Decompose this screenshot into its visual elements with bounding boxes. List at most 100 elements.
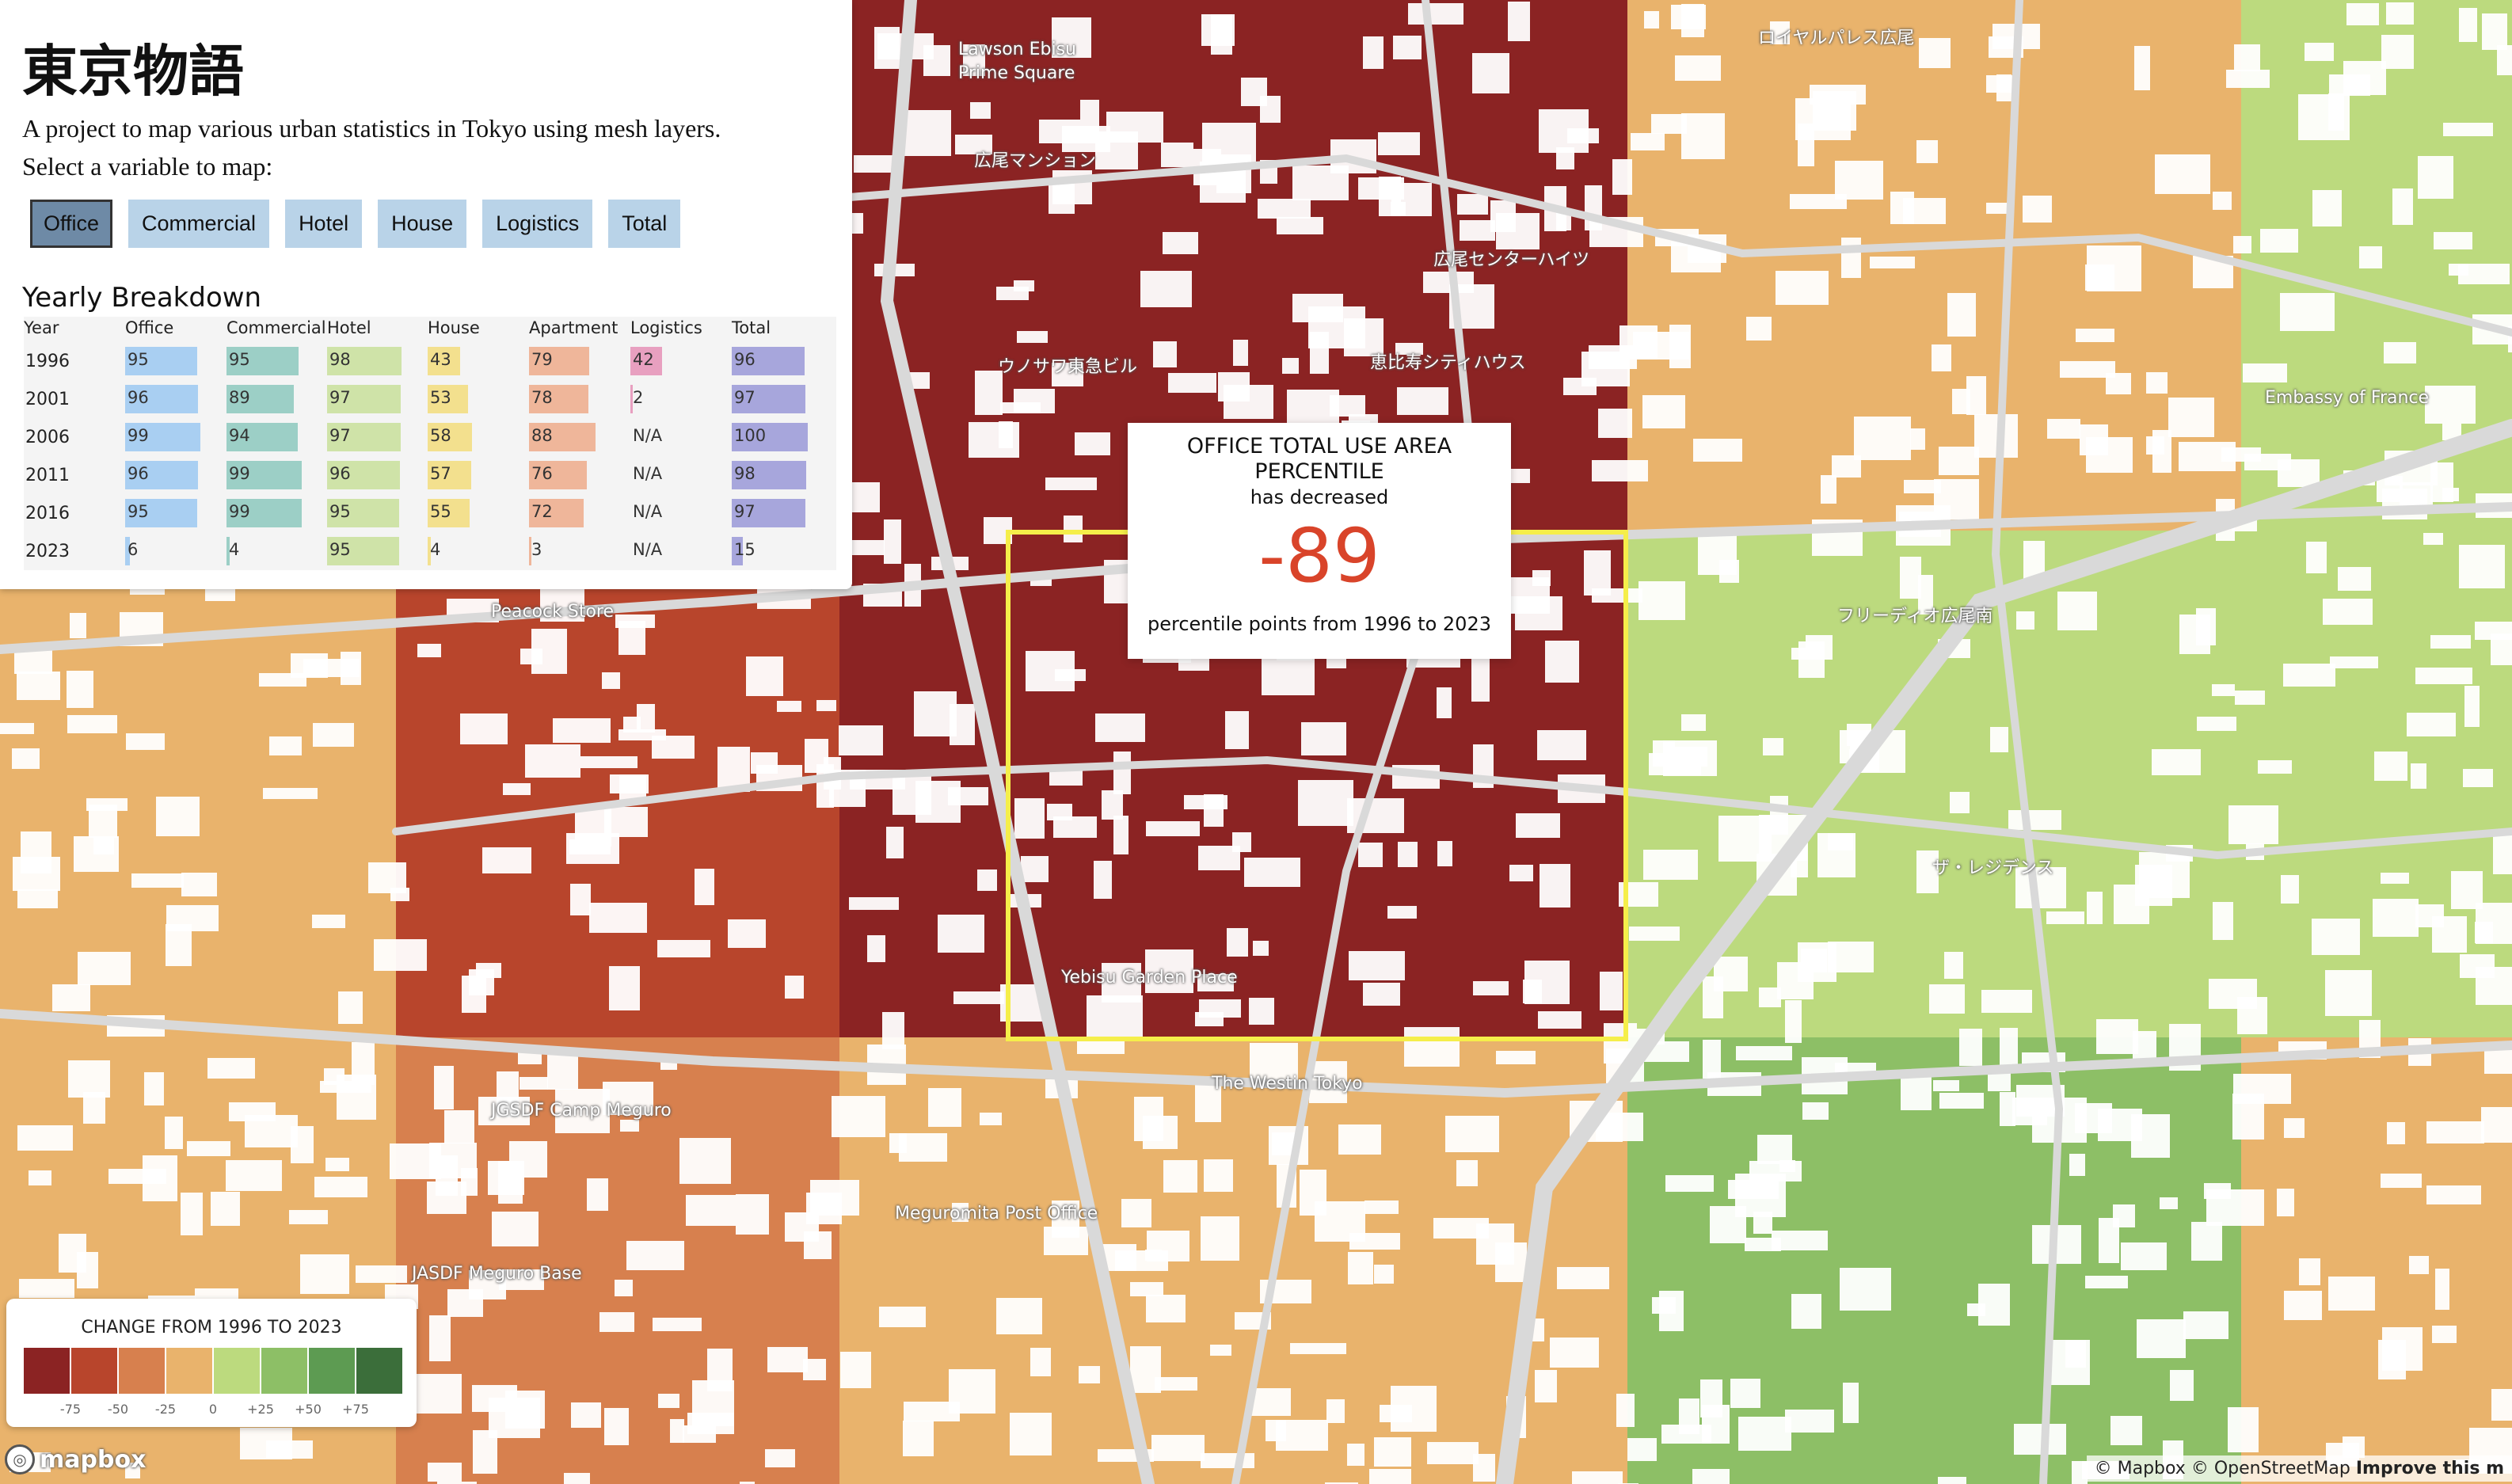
building: [1919, 38, 1951, 68]
building: [1233, 340, 1248, 366]
building: [1669, 325, 1691, 368]
legend-swatch: [166, 1348, 212, 1394]
building: [2423, 533, 2443, 545]
attribution: © Mapbox © OpenStreetMap Improve this m: [2086, 1455, 2512, 1482]
building: [1095, 713, 1145, 742]
variable-button-total[interactable]: Total: [608, 200, 681, 248]
building: [2213, 192, 2232, 210]
building: [207, 1058, 255, 1079]
building: [1693, 439, 1742, 462]
building: [2407, 713, 2456, 736]
building: [1014, 798, 1045, 839]
building: [2491, 1389, 2512, 1421]
mapbox-logo[interactable]: ◎ mapbox: [5, 1444, 146, 1474]
building: [1113, 816, 1128, 854]
building: [2464, 686, 2480, 727]
breakdown-value: 58: [430, 426, 451, 445]
building: [1539, 109, 1589, 153]
building: [2146, 436, 2164, 455]
building: [840, 1352, 871, 1388]
map-label: Embassy of France: [2265, 388, 2430, 408]
building: [263, 788, 318, 799]
building: [686, 1195, 736, 1226]
building: [1349, 951, 1405, 980]
building: [1612, 159, 1632, 195]
breakdown-value: 53: [430, 388, 451, 407]
building: [803, 1359, 826, 1380]
legend-swatch: [71, 1348, 117, 1394]
building: [1802, 1102, 1829, 1120]
breakdown-header: Commercial: [226, 318, 326, 337]
variable-button-commercial[interactable]: Commercial: [128, 200, 270, 248]
building: [2139, 852, 2190, 898]
building: [751, 752, 778, 774]
building: [882, 1012, 904, 1049]
building: [1348, 1252, 1373, 1284]
building: [29, 1170, 51, 1185]
cell-popup: OFFICE TOTAL USE AREA PERCENTILE has dec…: [1128, 423, 1511, 659]
building: [428, 1463, 462, 1482]
attribution-text[interactable]: © Mapbox © OpenStreetMap: [2095, 1459, 2350, 1478]
building: [1374, 1265, 1394, 1284]
building: [626, 1241, 684, 1270]
building: [68, 1060, 110, 1098]
building: [657, 940, 710, 957]
legend-swatch: [24, 1348, 70, 1394]
building: [1929, 984, 1965, 1014]
building: [1427, 1442, 1479, 1464]
variable-button-office[interactable]: Office: [30, 200, 113, 248]
variable-button-house[interactable]: House: [378, 200, 467, 248]
building: [2359, 246, 2382, 268]
map-label: 広尾センターハイツ: [1433, 250, 1590, 270]
building: [1763, 738, 1783, 755]
building: [1535, 1370, 1557, 1402]
building: [417, 644, 441, 657]
legend-swatch: [214, 1348, 260, 1394]
building: [93, 836, 114, 854]
breakdown-value: N/A: [633, 502, 663, 521]
breakdown-value: 98: [734, 464, 756, 483]
breakdown-value: 95: [329, 540, 351, 559]
building: [2306, 542, 2327, 573]
building: [938, 915, 984, 953]
legend-swatch: [261, 1348, 307, 1394]
legend-swatch: [356, 1348, 402, 1394]
building: [903, 1421, 934, 1456]
building: [1292, 294, 1343, 322]
building: [1201, 1216, 1239, 1261]
variable-button-hotel[interactable]: Hotel: [285, 200, 363, 248]
building: [879, 1307, 926, 1327]
building: [915, 781, 961, 823]
building: [2260, 229, 2298, 253]
improve-map-link[interactable]: Improve this m: [2356, 1459, 2504, 1478]
breakdown-value: 43: [430, 350, 451, 369]
building: [609, 966, 640, 1010]
breakdown-year: 2023: [25, 542, 70, 561]
building: [1779, 1160, 1795, 1172]
building: [1718, 816, 1772, 862]
building: [867, 935, 885, 962]
building: [777, 701, 801, 712]
building: [1204, 1159, 1233, 1192]
mesh-cell[interactable]: [2241, 1037, 2512, 1484]
building: [2435, 1269, 2449, 1310]
breakdown-value: 97: [734, 388, 756, 407]
building: [832, 1096, 885, 1137]
breakdown-value: 76: [531, 464, 553, 483]
building: [144, 1072, 164, 1105]
building: [2312, 919, 2360, 955]
building: [1516, 813, 1560, 838]
building: [1457, 194, 1488, 215]
building: [2299, 1258, 2320, 1285]
building: [1047, 804, 1072, 820]
building: [1210, 1345, 1231, 1356]
building: [1460, 220, 1495, 241]
building: [2378, 1340, 2406, 1379]
building: [1301, 722, 1346, 755]
building: [1901, 1075, 1932, 1110]
building: [2069, 1154, 2085, 1176]
legend-title: CHANGE FROM 1996 TO 2023: [81, 1318, 342, 1338]
building: [2432, 916, 2467, 953]
building: [1330, 395, 1365, 417]
variable-button-logistics[interactable]: Logistics: [482, 200, 593, 248]
